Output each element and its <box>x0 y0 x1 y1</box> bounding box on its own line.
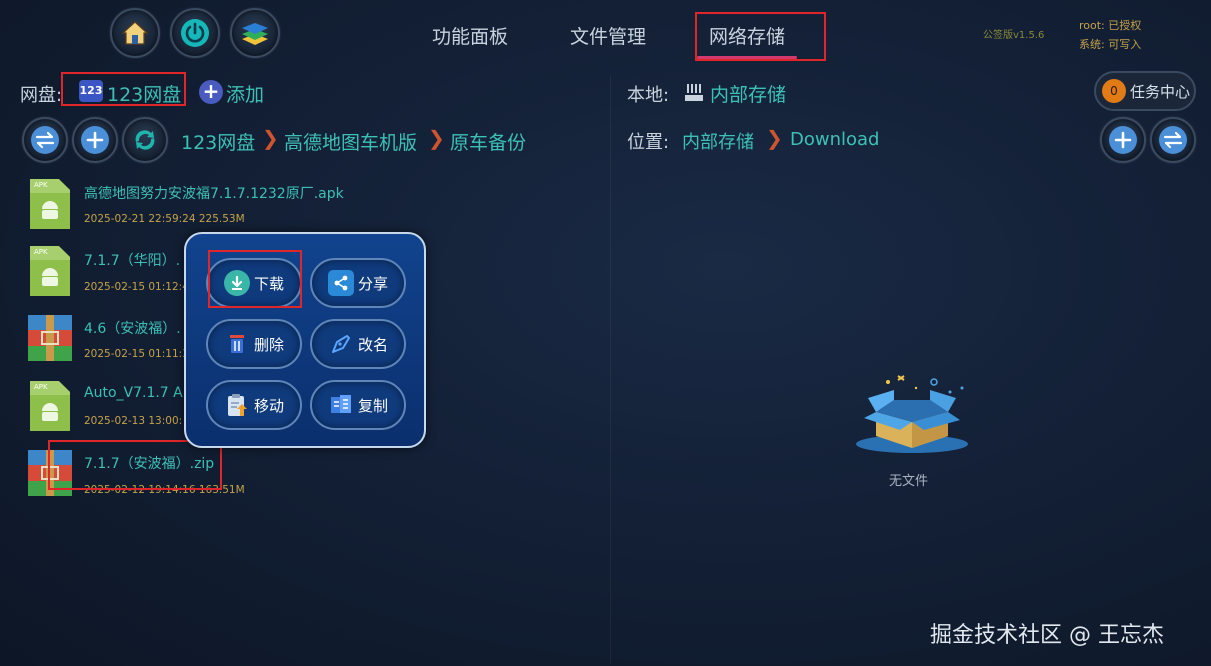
task-center-label: 任务中心 <box>1130 82 1191 101</box>
swap-icon <box>1159 126 1187 154</box>
power-icon <box>181 19 209 47</box>
new-folder-button[interactable] <box>72 117 118 163</box>
zip-archive-icon <box>28 450 72 496</box>
power-button[interactable] <box>170 8 220 58</box>
share-icon <box>327 270 354 296</box>
apk-file-icon: APK <box>30 381 70 431</box>
task-count-badge: 0 <box>1102 79 1126 103</box>
cloud-123-icon: 123 <box>79 80 103 102</box>
add-cloud-button[interactable]: 添加 <box>226 80 264 107</box>
moon-icon <box>830 153 859 184</box>
share-label: 分享 <box>357 274 388 293</box>
layers-button[interactable] <box>230 8 280 58</box>
file-name[interactable]: 高德地图努力安波福7.1.7.1232原厂.apk <box>84 183 344 203</box>
zip-archive-icon <box>28 315 72 361</box>
chevron-right-icon: ❯ <box>262 126 279 150</box>
home-icon <box>122 21 148 45</box>
swap-icon <box>31 126 59 154</box>
delete-label: 删除 <box>253 335 284 354</box>
trash-icon <box>224 331 250 357</box>
layers-icon <box>242 23 268 45</box>
refresh-icon <box>135 130 155 150</box>
apk-file-icon: APK <box>30 179 70 229</box>
breadcrumb-item-current[interactable]: 原车备份 <box>450 128 526 155</box>
swap-button[interactable] <box>22 117 68 163</box>
root-status: root: 已授权 <box>1079 19 1142 32</box>
system-status: 系统: 可写入 <box>1079 38 1142 51</box>
plus-circle-icon[interactable]: + <box>199 80 223 104</box>
pane-divider <box>610 75 611 665</box>
file-action-popup: 下载 分享 删除 改名 移动 复制 <box>184 232 426 448</box>
local-label: 本地: <box>627 85 670 106</box>
file-meta: 2025-02-15 01:11:3 <box>84 348 189 360</box>
file-name[interactable]: Auto_V7.1.7 A <box>84 385 183 401</box>
breadcrumb-local-current[interactable]: Download <box>790 129 879 150</box>
move-button[interactable]: 移动 <box>206 380 302 430</box>
file-meta: 2025-02-15 01:12:4 <box>84 281 189 293</box>
refresh-button[interactable] <box>122 117 168 163</box>
file-meta: 2025-02-21 22:59:24 225.53M <box>84 213 245 225</box>
share-button[interactable]: 分享 <box>310 258 406 308</box>
storage-icon <box>685 84 703 101</box>
tab-network-storage[interactable]: 网络存储 <box>709 22 785 49</box>
download-icon <box>223 270 250 296</box>
empty-box-icon <box>856 375 968 453</box>
file-name[interactable]: 7.1.7（安波福）.zip <box>84 453 214 473</box>
active-tab-indicator <box>697 56 797 59</box>
file-meta: 2025-02-12 19:14:16 163.51M <box>84 484 245 496</box>
download-button[interactable]: 下载 <box>206 258 302 308</box>
tab-function-panel[interactable]: 功能面板 <box>432 22 508 49</box>
copy-button[interactable]: 复制 <box>310 380 406 430</box>
pen-nib-icon <box>328 331 354 357</box>
move-label: 移动 <box>253 396 284 415</box>
file-meta: 2025-02-13 13:00: <box>84 415 183 427</box>
download-label: 下载 <box>253 274 284 293</box>
watermark: 掘金技术社区 @ 王忘杰 <box>930 623 1164 648</box>
copy-label: 复制 <box>357 396 388 415</box>
empty-text: 无文件 <box>889 474 929 489</box>
home-button[interactable] <box>110 8 160 58</box>
chevron-right-icon: ❯ <box>766 126 783 150</box>
delete-button[interactable]: 删除 <box>206 319 302 369</box>
file-name[interactable]: 4.6（安波福）. <box>84 318 181 338</box>
copy-icon <box>328 392 354 418</box>
chevron-right-icon: ❯ <box>428 126 445 150</box>
cloud-label: 网盘: <box>20 85 63 106</box>
version-label: 公签版v1.5.6 <box>983 30 1045 41</box>
breadcrumb-local-root[interactable]: 内部存储 <box>682 128 754 154</box>
plus-icon <box>81 126 109 154</box>
apk-file-icon: APK <box>30 246 70 296</box>
rename-button[interactable]: 改名 <box>310 319 406 369</box>
local-storage-name[interactable]: 内部存储 <box>710 80 786 107</box>
local-swap-button[interactable] <box>1150 117 1196 163</box>
file-name[interactable]: 7.1.7（华阳）. <box>84 250 180 270</box>
plus-icon <box>1109 126 1137 154</box>
rename-label: 改名 <box>357 335 388 354</box>
breadcrumb-item-folder[interactable]: 高德地图车机版 <box>284 128 417 155</box>
task-center-button[interactable]: 0 任务中心 <box>1094 71 1196 111</box>
breadcrumb-item-root[interactable]: 123网盘 <box>181 128 255 155</box>
cloud-name[interactable]: 123网盘 <box>107 80 181 107</box>
location-label: 位置: <box>627 132 670 153</box>
local-new-folder-button[interactable] <box>1100 117 1146 163</box>
clipboard-move-icon <box>224 392 250 418</box>
tab-file-manager[interactable]: 文件管理 <box>570 22 646 49</box>
